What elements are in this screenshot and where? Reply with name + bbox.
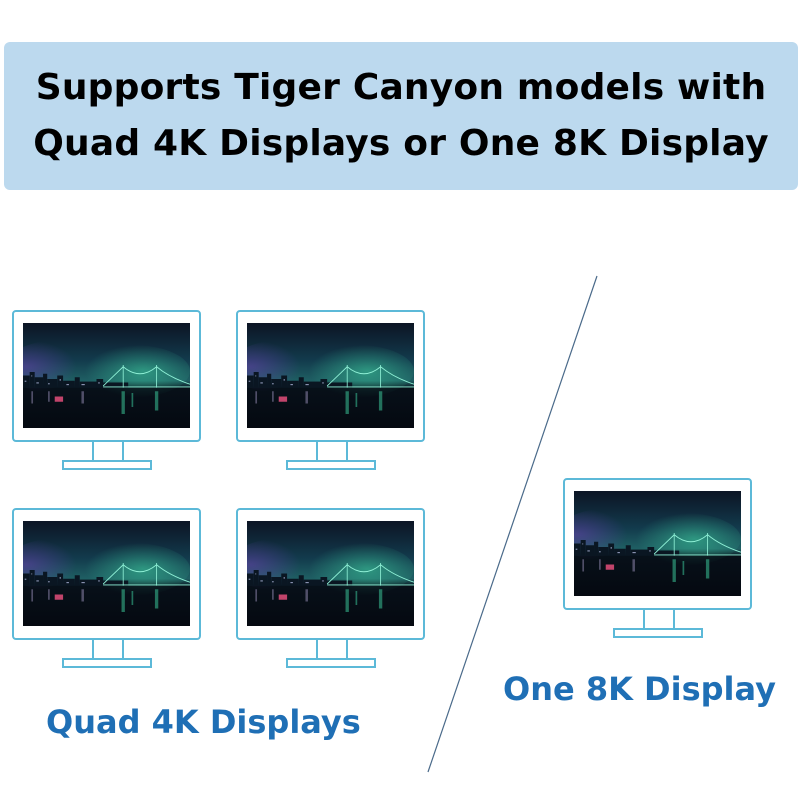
night-city-bridge-image: [247, 521, 414, 626]
night-city-bridge-image: [247, 323, 414, 428]
banner-line-2: Quad 4K Displays or One 8K Display: [33, 123, 769, 164]
header-banner: Supports Tiger Canyon models with Quad 4…: [4, 42, 798, 190]
quad-4k-caption: Quad 4K Displays: [46, 703, 361, 741]
banner-line-1: Supports Tiger Canyon models with: [35, 67, 767, 108]
one-8k-caption: One 8K Display: [503, 670, 776, 708]
night-city-bridge-image: [574, 491, 741, 596]
night-city-bridge-image: [23, 323, 190, 428]
night-city-bridge-image: [23, 521, 190, 626]
